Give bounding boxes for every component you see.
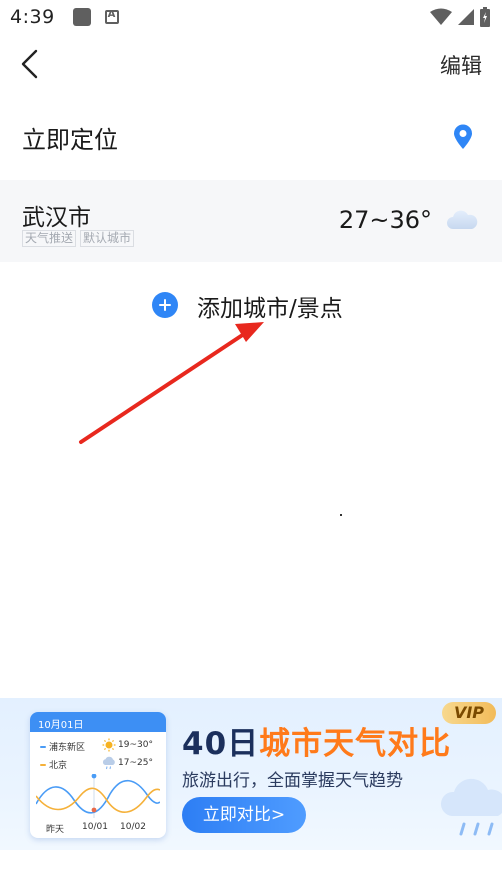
sun-icon: [102, 738, 116, 752]
city-name: 武汉市: [22, 205, 91, 231]
card-row-1: 浦东新区: [40, 740, 85, 753]
location-pin-icon[interactable]: [452, 124, 474, 150]
banner-subtitle: 旅游出行，全面掌握天气趋势: [182, 771, 403, 791]
tag-default-city: 默认城市: [80, 230, 135, 247]
compare-now-button[interactable]: 立即对比>: [182, 797, 306, 833]
rain-cloud-icon: [102, 756, 115, 770]
locate-label: 立即定位: [22, 126, 118, 154]
add-city-button[interactable]: 添加城市/景点: [0, 280, 502, 330]
banner-title-prefix: 40日: [182, 726, 260, 762]
status-bar: 4:39: [0, 0, 502, 34]
series-color-2: [40, 763, 46, 766]
battery-icon: [480, 7, 490, 27]
chevron-left-icon[interactable]: [14, 46, 50, 82]
card-row-2: 北京: [40, 758, 67, 771]
status-right-icons: [430, 7, 490, 27]
status-left-icons: [72, 8, 119, 26]
stray-dot: [340, 514, 342, 516]
rain-cloud-icon: [441, 778, 502, 836]
vip-badge: VIP: [442, 702, 496, 724]
cloud-icon: [447, 210, 478, 229]
card-temp-2: 17~25°: [118, 758, 153, 768]
card-city-2: 北京: [49, 761, 68, 771]
add-city-label: 添加城市/景点: [197, 296, 343, 322]
card-date: 10月01日: [30, 712, 166, 732]
signal-icon: [458, 9, 474, 25]
city-compare-banner[interactable]: 10月01日 浦东新区 19~30° 北京 17~25° 昨天 10/01 10…: [0, 698, 502, 850]
compare-preview-card: 10月01日 浦东新区 19~30° 北京 17~25° 昨天 10/01 10…: [30, 712, 166, 838]
card-temp-1: 19~30°: [118, 740, 153, 750]
card-city-1: 浦东新区: [49, 743, 86, 753]
city-temperature: 27~36°: [338, 206, 432, 234]
banner-title-highlight: 城市天气对比: [259, 726, 452, 762]
city-list-item[interactable]: 武汉市 天气推送 默认城市 27~36°: [0, 180, 502, 262]
plus-circle-icon: [152, 292, 178, 318]
card-x-label-3: 10/02: [120, 822, 146, 832]
a-box-icon: [104, 9, 119, 24]
tag-weather-push: 天气推送: [22, 230, 77, 247]
status-time: 4:39: [10, 6, 55, 28]
city-tags: 天气推送 默认城市: [22, 230, 135, 247]
trend-chart-icon: [36, 774, 160, 818]
series-color-1: [40, 745, 46, 748]
card-x-label-1: 昨天: [46, 825, 65, 835]
wifi-icon: [430, 8, 452, 25]
locate-row[interactable]: 立即定位: [0, 104, 502, 172]
edit-button[interactable]: 编辑: [440, 50, 482, 80]
nav-bar: 编辑: [0, 34, 502, 96]
card-x-label-2: 10/01: [82, 822, 108, 832]
banner-title: 40日城市天气对比: [182, 718, 451, 763]
app-notification-icon: [72, 8, 91, 26]
